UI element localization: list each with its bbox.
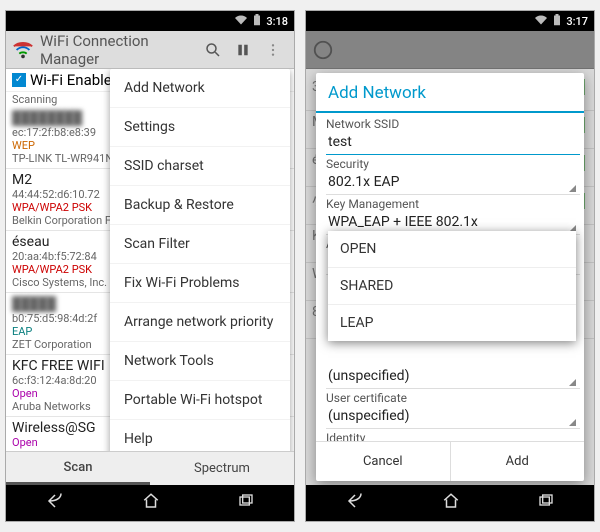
android-navbar — [306, 485, 594, 521]
cancel-button[interactable]: Cancel — [316, 442, 451, 481]
status-time: 3:18 — [266, 15, 288, 28]
dialog-title: Add Network — [316, 73, 584, 113]
menu-fix-wifi[interactable]: Fix Wi-Fi Problems — [110, 264, 290, 303]
overflow-menu: Add Network Settings SSID charset Backup… — [110, 69, 290, 451]
menu-add-network[interactable]: Add Network — [110, 69, 290, 108]
status-time: 3:17 — [566, 15, 588, 28]
phone-left: 3:18 WiFi Connection Manager ✓ Wi-Fi Ena… — [5, 10, 295, 522]
dialog-body: Network SSID test Security 802.1x EAP Ke… — [316, 113, 584, 441]
usercert-select[interactable]: (unspecified) — [326, 405, 580, 429]
identity-label: Identity — [326, 431, 580, 441]
menu-backup-restore[interactable]: Backup & Restore — [110, 186, 290, 225]
android-navbar — [6, 485, 294, 521]
app-title: WiFi Connection Manager — [40, 32, 198, 68]
menu-ssid-charset[interactable]: SSID charset — [110, 147, 290, 186]
add-network-dialog: Add Network Network SSID test Security 8… — [316, 73, 584, 481]
wifi-enabled-label: Wi-Fi Enabled — [30, 71, 120, 89]
nav-home-icon[interactable] — [441, 492, 461, 514]
title-bar — [306, 31, 594, 69]
security-select[interactable]: 802.1x EAP — [326, 171, 580, 195]
title-bar: WiFi Connection Manager — [6, 31, 294, 69]
menu-hotspot[interactable]: Portable Wi-Fi hotspot — [110, 381, 290, 420]
nav-back-icon[interactable] — [344, 492, 366, 514]
bottom-tabs: Scan Spectrum — [6, 451, 294, 485]
menu-network-tools[interactable]: Network Tools — [110, 342, 290, 381]
dialog-buttons: Cancel Add — [316, 441, 584, 481]
battery-status-icon — [253, 14, 261, 29]
auth-dropdown: OPEN SHARED LEAP — [328, 231, 576, 341]
status-bar: 3:18 — [6, 11, 294, 31]
menu-help[interactable]: Help — [110, 420, 290, 451]
content-area: 3樓 M2 éseau 小明 KFC Wire 88 Add Network N… — [306, 69, 594, 485]
nav-recents-icon[interactable] — [236, 493, 256, 513]
menu-scan-filter[interactable]: Scan Filter — [110, 225, 290, 264]
app-icon — [12, 39, 34, 61]
hidden-select[interactable]: (unspecified) — [326, 365, 580, 389]
keymgmt-label: Key Management — [326, 197, 580, 211]
overflow-menu-icon[interactable] — [258, 35, 288, 65]
search-icon[interactable] — [198, 35, 228, 65]
status-bar: 3:17 — [306, 11, 594, 31]
tab-scan[interactable]: Scan — [6, 452, 150, 485]
pause-icon[interactable] — [228, 35, 258, 65]
auth-option-open[interactable]: OPEN — [328, 231, 576, 268]
wifi-status-icon — [534, 14, 548, 29]
nav-back-icon[interactable] — [44, 492, 66, 514]
wifi-status-icon — [234, 14, 248, 29]
nav-home-icon[interactable] — [141, 492, 161, 514]
battery-status-icon — [553, 14, 561, 29]
auth-option-shared[interactable]: SHARED — [328, 268, 576, 305]
menu-settings[interactable]: Settings — [110, 108, 290, 147]
tab-spectrum[interactable]: Spectrum — [150, 452, 294, 485]
wifi-enabled-checkbox[interactable]: ✓ — [12, 73, 26, 87]
nav-recents-icon[interactable] — [536, 493, 556, 513]
phone-right: 3:17 3樓 M2 éseau 小明 KFC Wire 88 Add Netw… — [305, 10, 595, 522]
security-label: Security — [326, 157, 580, 171]
app-icon — [312, 39, 334, 61]
add-button[interactable]: Add — [451, 442, 585, 481]
ssid-label: Network SSID — [326, 117, 580, 131]
ssid-input[interactable]: test — [326, 131, 580, 155]
usercert-label: User certificate — [326, 391, 580, 405]
menu-arrange-priority[interactable]: Arrange network priority — [110, 303, 290, 342]
content-area: ✓ Wi-Fi Enabled Scanning ████████ ec:17:… — [6, 69, 294, 451]
auth-option-leap[interactable]: LEAP — [328, 305, 576, 341]
